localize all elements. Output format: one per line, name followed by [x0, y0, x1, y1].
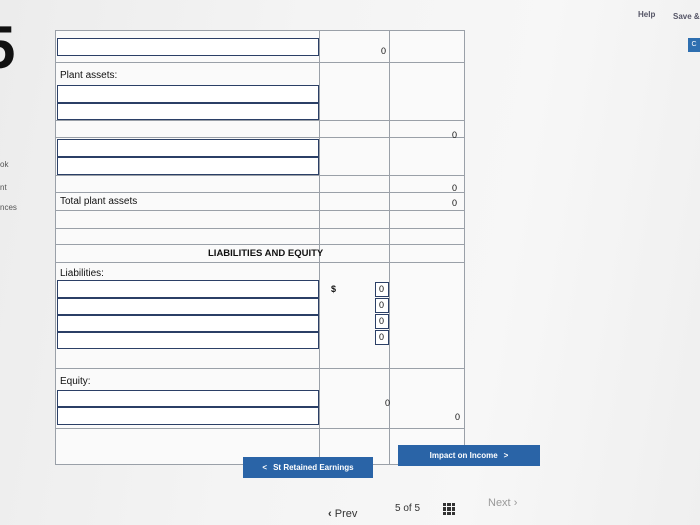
col-line-left [55, 30, 56, 465]
plant-assets-label: Plant assets: [60, 70, 118, 81]
row-line [55, 428, 465, 429]
liability-input-3[interactable] [57, 315, 319, 332]
liability-amount-1[interactable]: 0 [375, 282, 389, 297]
row-line [55, 262, 465, 263]
prev-button[interactable]: ‹ Prev [328, 508, 357, 520]
save-link[interactable]: Save & [673, 12, 700, 21]
liability-value-1: 0 [379, 284, 385, 294]
dollar-sign: $ [331, 284, 337, 294]
next-button[interactable]: Next › [488, 497, 517, 509]
chevron-left-icon: < [262, 463, 268, 472]
plant-asset-input-1[interactable] [57, 85, 319, 103]
equity-label: Equity: [60, 376, 91, 387]
prev-label: Prev [334, 508, 358, 520]
side-item-1[interactable]: ok [0, 160, 8, 169]
side-square-button[interactable]: C [688, 38, 700, 52]
retained-earnings-tab-button[interactable]: < St Retained Earnings [243, 457, 373, 478]
value-top: 0 [381, 46, 387, 56]
liability-amount-2[interactable]: 0 [375, 298, 389, 313]
row-line [55, 137, 465, 138]
page-of-label: of [403, 503, 412, 514]
impact-on-income-label: Impact on Income [429, 451, 498, 460]
next-label: Next [488, 497, 511, 509]
equity-input-1[interactable] [57, 390, 319, 407]
current-page: 5 [395, 503, 401, 514]
grid-icon[interactable] [443, 503, 455, 515]
retained-earnings-label: St Retained Earnings [273, 463, 354, 472]
liability-input-2[interactable] [57, 298, 319, 315]
total-liabilities-equity-value: 0 [455, 412, 461, 422]
liabilities-label: Liabilities: [60, 268, 104, 279]
row-line [55, 192, 465, 193]
side-item-2[interactable]: nt [0, 183, 7, 192]
liabilities-equity-heading: LIABILITIES AND EQUITY [208, 248, 324, 259]
plant-asset-input-2[interactable] [57, 103, 319, 120]
account-input-top[interactable] [57, 38, 319, 56]
row-line [55, 30, 465, 31]
plant-value-2: 0 [452, 183, 458, 193]
balance-sheet-form: 0 Plant assets: 0 0 Total plant assets 0… [55, 30, 465, 465]
liability-value-4: 0 [379, 332, 385, 342]
equity-value: 0 [385, 398, 391, 408]
chevron-right-icon: > [503, 451, 509, 460]
equity-input-2[interactable] [57, 407, 319, 425]
liability-input-1[interactable] [57, 280, 319, 298]
page-indicator: 5 of 5 [395, 503, 420, 514]
row-line [55, 210, 465, 211]
total-plant-assets-value: 0 [452, 198, 458, 208]
total-plant-assets-label: Total plant assets [60, 196, 138, 207]
liability-value-2: 0 [379, 300, 385, 310]
plant-value-1: 0 [452, 130, 458, 140]
row-line [55, 175, 465, 176]
help-link[interactable]: Help [638, 10, 655, 19]
plant-asset-input-3[interactable] [57, 139, 319, 157]
row-line [55, 228, 465, 229]
row-line [55, 62, 465, 63]
liability-amount-4[interactable]: 0 [375, 330, 389, 345]
liability-value-3: 0 [379, 316, 385, 326]
row-line [55, 244, 465, 245]
chevron-right-icon: › [513, 497, 518, 509]
section-number: 5 [0, 18, 15, 78]
total-pages: 5 [414, 503, 421, 514]
plant-asset-input-4[interactable] [57, 157, 319, 175]
chevron-left-icon: ‹ [328, 508, 332, 520]
liability-amount-3[interactable]: 0 [375, 314, 389, 329]
col-line-right [464, 30, 465, 465]
impact-on-income-tab-button[interactable]: Impact on Income > [398, 445, 540, 466]
side-item-3[interactable]: nces [0, 203, 17, 212]
row-line [55, 368, 465, 369]
row-line [55, 120, 465, 121]
liability-input-4[interactable] [57, 332, 319, 349]
